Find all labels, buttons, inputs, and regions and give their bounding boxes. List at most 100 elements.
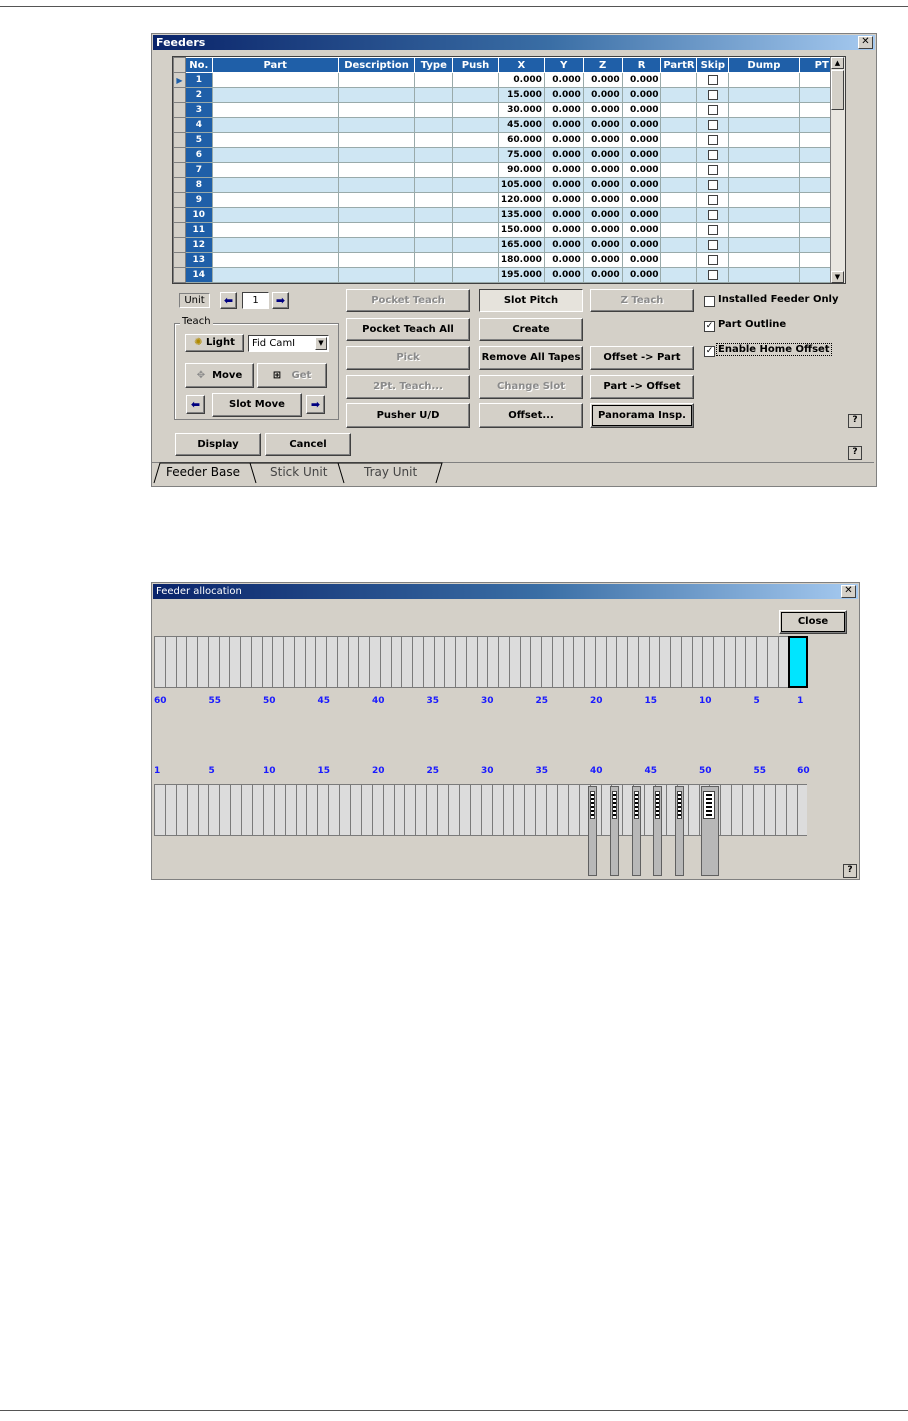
table-cell[interactable] xyxy=(728,102,800,118)
feeder-slot[interactable] xyxy=(293,636,305,688)
feeder-slot[interactable] xyxy=(530,636,541,688)
skip-cell[interactable] xyxy=(696,87,730,103)
installed-feeder[interactable] xyxy=(675,786,685,876)
get-button[interactable]: ⊞ Get xyxy=(257,363,327,388)
table-cell[interactable]: 60.000 xyxy=(497,132,545,148)
table-cell[interactable]: 90.000 xyxy=(497,162,545,178)
feeder-slot[interactable] xyxy=(508,636,520,688)
table-cell[interactable] xyxy=(728,192,800,208)
skip-cell[interactable] xyxy=(696,117,730,133)
table-cell[interactable]: 180.000 xyxy=(497,252,545,268)
row-indicator[interactable] xyxy=(173,267,186,283)
table-cell[interactable] xyxy=(414,102,454,118)
top-feeder-rack[interactable] xyxy=(154,636,809,688)
feeder-slot[interactable] xyxy=(535,784,547,836)
feeders-close-icon[interactable]: ✕ xyxy=(858,36,873,49)
table-cell[interactable]: 0.000 xyxy=(497,72,545,88)
feeder-slot[interactable] xyxy=(207,636,219,688)
unit-prev-button[interactable]: ⬅ xyxy=(220,292,237,309)
allocation-help-icon[interactable]: ? xyxy=(843,864,857,878)
table-cell[interactable] xyxy=(660,87,698,103)
feeder-slot[interactable] xyxy=(360,784,372,836)
feeder-slot[interactable] xyxy=(412,636,423,688)
feeder-slot[interactable] xyxy=(742,784,753,836)
feeder-slot[interactable] xyxy=(328,784,340,836)
skip-cell[interactable] xyxy=(696,237,730,253)
table-cell[interactable] xyxy=(337,162,416,178)
table-cell[interactable] xyxy=(414,207,454,223)
table-cell[interactable] xyxy=(660,207,698,223)
table-cell[interactable] xyxy=(337,192,416,208)
feeder-slot[interactable] xyxy=(763,784,775,836)
feeder-slot[interactable] xyxy=(283,636,294,688)
feeder-slot[interactable] xyxy=(513,784,525,836)
feeder-grid[interactable]: No. Part Description Type Push X Y Z R PartR Skip D… xyxy=(172,56,846,284)
table-cell[interactable] xyxy=(452,72,499,88)
feeder-slot[interactable] xyxy=(379,636,391,688)
table-cell[interactable]: 0.000 xyxy=(543,177,584,193)
skip-cell[interactable] xyxy=(696,267,730,283)
table-cell[interactable]: 0.000 xyxy=(621,252,662,268)
feeder-slot[interactable] xyxy=(648,636,660,688)
row-number[interactable]: 3 xyxy=(184,102,213,118)
feeder-slot[interactable] xyxy=(262,784,274,836)
table-cell[interactable] xyxy=(211,87,339,103)
table-cell[interactable]: 120.000 xyxy=(497,192,545,208)
pick-button[interactable]: Pick xyxy=(346,346,470,370)
row-number[interactable]: 7 xyxy=(184,162,213,178)
feeder-slot[interactable] xyxy=(208,784,220,836)
two-point-teach-button[interactable]: 2Pt. Teach... xyxy=(346,375,470,399)
table-cell[interactable] xyxy=(660,252,698,268)
table-cell[interactable] xyxy=(337,132,416,148)
table-cell[interactable]: 0.000 xyxy=(543,267,584,283)
skip-cell[interactable] xyxy=(696,102,730,118)
skip-checkbox[interactable] xyxy=(707,224,718,235)
table-cell[interactable]: 0.000 xyxy=(543,207,584,223)
panorama-inspection-button[interactable]: Panorama Insp. xyxy=(590,403,694,428)
feeder-slot[interactable] xyxy=(437,784,449,836)
table-cell[interactable] xyxy=(211,237,339,253)
feeder-slot[interactable] xyxy=(433,636,445,688)
feeder-slot[interactable] xyxy=(272,636,283,688)
feeder-slot-selected[interactable] xyxy=(788,636,809,688)
table-cell[interactable]: 0.000 xyxy=(621,87,662,103)
feeder-slot[interactable] xyxy=(197,784,209,836)
table-cell[interactable]: 0.000 xyxy=(582,207,623,223)
feeder-slot[interactable] xyxy=(616,636,627,688)
table-cell[interactable]: 0.000 xyxy=(543,117,584,133)
table-cell[interactable]: 0.000 xyxy=(621,132,662,148)
table-cell[interactable]: 150.000 xyxy=(497,222,545,238)
column-header[interactable]: No. xyxy=(184,57,213,73)
pocket-teach-all-button[interactable]: Pocket Teach All xyxy=(346,318,470,341)
table-cell[interactable] xyxy=(452,132,499,148)
scroll-up-icon[interactable]: ▲ xyxy=(831,57,844,69)
column-header[interactable]: Push xyxy=(452,57,499,73)
table-cell[interactable]: 0.000 xyxy=(543,192,584,208)
table-cell[interactable] xyxy=(414,252,454,268)
table-cell[interactable] xyxy=(728,147,800,163)
table-cell[interactable] xyxy=(337,207,416,223)
feeder-slot[interactable] xyxy=(252,784,263,836)
table-cell[interactable] xyxy=(660,192,698,208)
table-cell[interactable]: 0.000 xyxy=(543,87,584,103)
table-cell[interactable]: 0.000 xyxy=(621,72,662,88)
row-number[interactable]: 10 xyxy=(184,207,213,223)
feeder-slot[interactable] xyxy=(480,784,492,836)
row-number[interactable]: 6 xyxy=(184,147,213,163)
table-cell[interactable] xyxy=(414,237,454,253)
table-cell[interactable] xyxy=(414,162,454,178)
row-indicator[interactable] xyxy=(173,87,186,103)
skip-checkbox[interactable] xyxy=(707,254,718,265)
feeder-slot[interactable] xyxy=(546,784,557,836)
installed-feeder[interactable] xyxy=(631,786,641,876)
feeder-slot[interactable] xyxy=(627,636,638,688)
move-button[interactable]: ✥ Move xyxy=(185,363,254,388)
table-cell[interactable]: 0.000 xyxy=(621,162,662,178)
table-cell[interactable]: 0.000 xyxy=(543,102,584,118)
row-number[interactable]: 8 xyxy=(184,177,213,193)
installed-feeder[interactable] xyxy=(609,786,619,876)
column-header[interactable]: X xyxy=(497,57,545,73)
table-cell[interactable]: 0.000 xyxy=(621,147,662,163)
table-cell[interactable] xyxy=(337,237,416,253)
feeder-slot[interactable] xyxy=(315,636,326,688)
